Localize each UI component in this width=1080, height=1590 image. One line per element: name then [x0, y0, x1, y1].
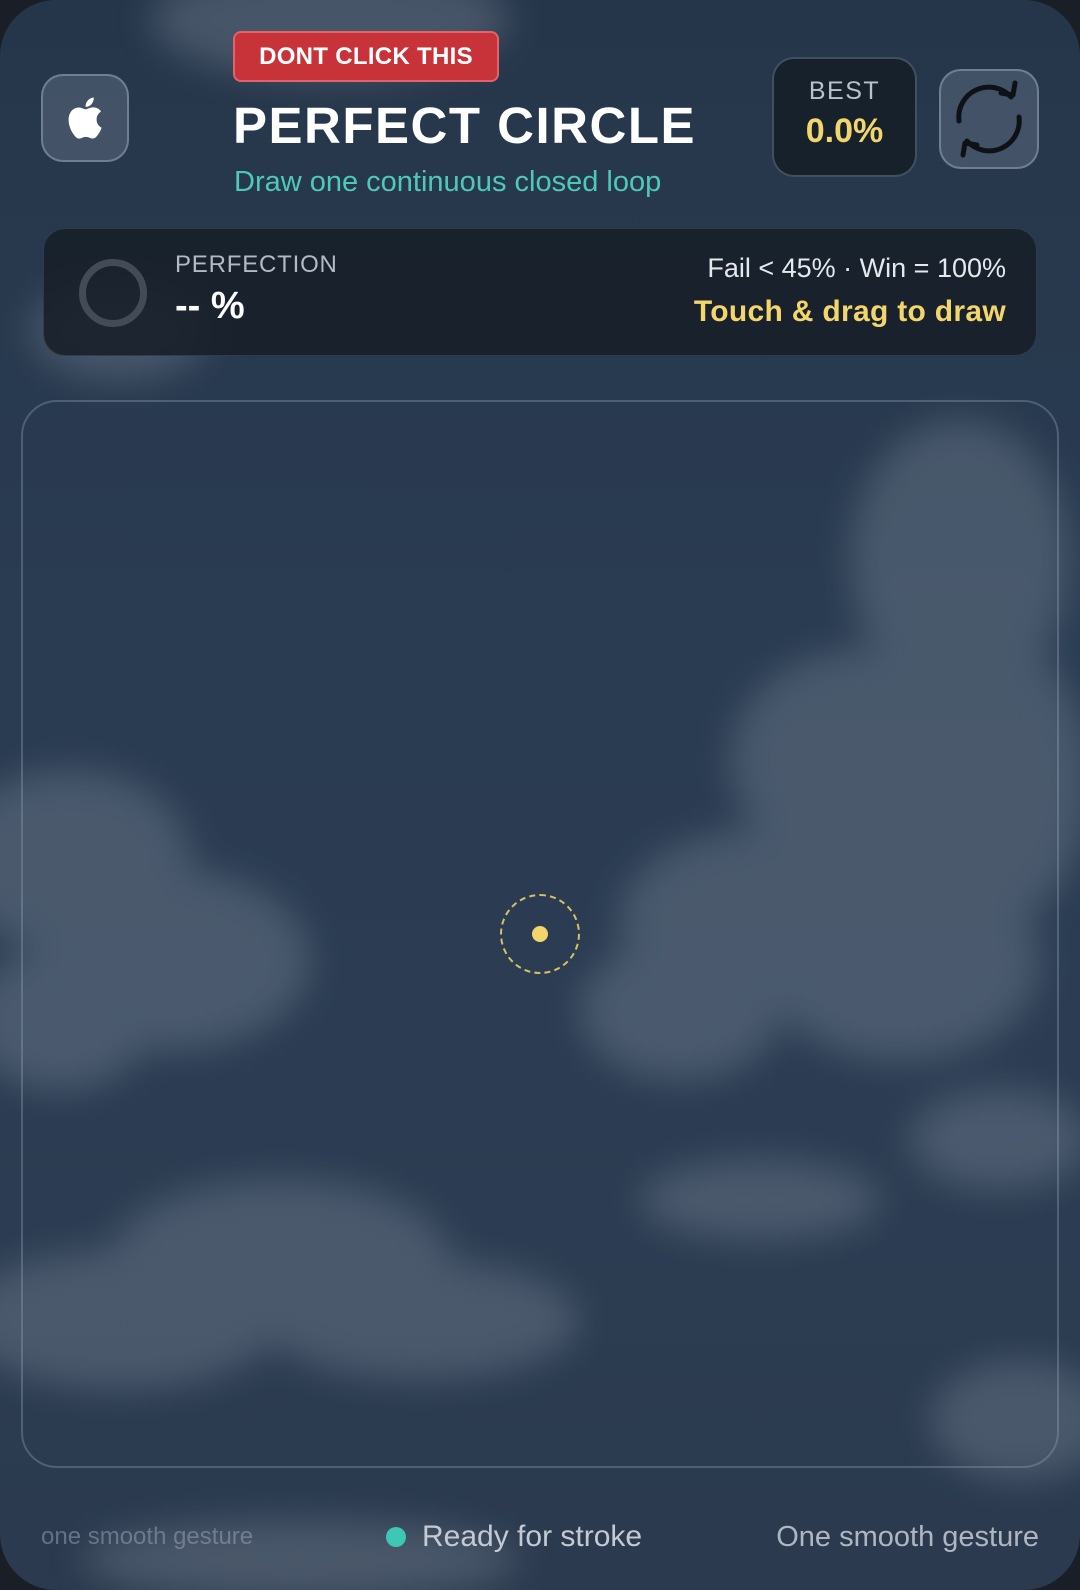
perfection-label: PERFECTION [175, 251, 338, 278]
best-value: 0.0% [805, 112, 884, 150]
dont-click-button[interactable]: DONT CLICK THIS [233, 31, 499, 82]
page-title: PERFECT CIRCLE [233, 97, 697, 154]
best-label: BEST [808, 77, 881, 105]
perfection-status-card: PERFECTION -- % Fail < 45% · Win = 100% … [43, 228, 1037, 356]
reset-button[interactable] [939, 69, 1039, 169]
game-screen: DONT CLICK THIS PERFECT CIRCLE Draw one … [0, 0, 1080, 1590]
ready-status: Ready for stroke [386, 1520, 642, 1554]
home-button[interactable] [41, 74, 129, 162]
status-indicator-dot [386, 1527, 406, 1547]
best-score-panel: BEST 0.0% [772, 57, 917, 177]
center-dot [532, 926, 548, 942]
footer-hint: One smooth gesture [776, 1521, 1039, 1553]
page-subtitle: Draw one continuous closed loop [234, 166, 662, 198]
perfection-value: -- % [175, 285, 245, 327]
draw-hint: Touch & drag to draw [693, 295, 1006, 328]
refresh-icon [956, 80, 1022, 158]
apple-icon [68, 97, 102, 139]
rules-text: Fail < 45% · Win = 100% [707, 253, 1006, 283]
footer-faint-hint: one smooth gesture [41, 1523, 254, 1550]
progress-ring [79, 259, 147, 327]
status-text: Ready for stroke [422, 1520, 643, 1553]
